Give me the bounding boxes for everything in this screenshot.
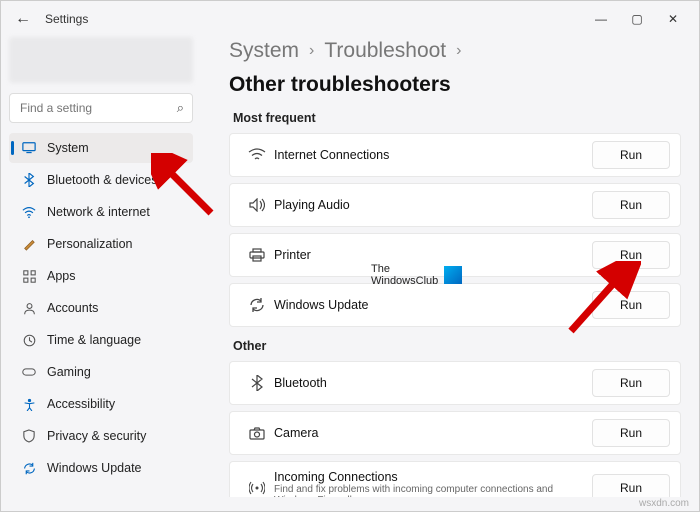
sidebar-item-label: Bluetooth & devices [47, 173, 158, 187]
sidebar-item-label: Apps [47, 269, 76, 283]
nav-list: System Bluetooth & devices Network & int… [9, 133, 193, 483]
search-field[interactable]: ⌕ [9, 93, 193, 123]
sidebar-item-label: Network & internet [47, 205, 150, 219]
clock-icon [19, 334, 39, 347]
troubleshooter-label: Internet Connections [274, 148, 592, 162]
footer-watermark: wsxdn.com [639, 498, 689, 509]
sidebar-item-accessibility[interactable]: Accessibility [9, 389, 193, 419]
search-icon: ⌕ [177, 100, 184, 116]
apps-icon [19, 270, 39, 283]
sidebar-item-update[interactable]: Windows Update [9, 453, 193, 483]
sidebar-item-label: Windows Update [47, 461, 142, 475]
troubleshooter-label: Playing Audio [274, 198, 592, 212]
sidebar-item-label: Accounts [47, 301, 98, 315]
person-icon [19, 302, 39, 315]
section-header-frequent: Most frequent [233, 111, 681, 125]
maximize-button[interactable]: ▢ [619, 5, 655, 33]
sidebar-item-accounts[interactable]: Accounts [9, 293, 193, 323]
sidebar-item-network[interactable]: Network & internet [9, 197, 193, 227]
app-title: Settings [45, 12, 88, 26]
run-button[interactable]: Run [592, 191, 670, 219]
run-button[interactable]: Run [592, 419, 670, 447]
troubleshooter-camera: Camera Run [229, 411, 681, 455]
window-controls: — ▢ ✕ [583, 5, 691, 33]
troubleshooter-label: Camera [274, 426, 592, 440]
section-header-other: Other [233, 339, 681, 353]
page-title: Other troubleshooters [229, 73, 451, 97]
back-button[interactable]: ← [9, 5, 37, 33]
breadcrumb-system[interactable]: System [229, 39, 299, 63]
bluetooth-icon [240, 375, 274, 391]
sidebar-item-label: Gaming [47, 365, 91, 379]
titlebar: ← Settings — ▢ ✕ [1, 1, 699, 37]
troubleshooter-label: Bluetooth [274, 376, 592, 390]
chevron-right-icon: › [456, 42, 461, 60]
sidebar-item-label: Accessibility [47, 397, 115, 411]
troubleshooter-sublabel: Find and fix problems with incoming comp… [274, 484, 592, 497]
sidebar-item-label: Privacy & security [47, 429, 146, 443]
watermark: The WindowsClub [371, 263, 462, 287]
run-button[interactable]: Run [592, 241, 670, 269]
breadcrumb: System › Troubleshoot › Other troublesho… [229, 39, 681, 97]
watermark-text: WindowsClub [371, 275, 438, 287]
signal-icon [240, 480, 274, 496]
run-button[interactable]: Run [592, 474, 670, 497]
minimize-button[interactable]: — [583, 5, 619, 33]
sidebar-item-bluetooth[interactable]: Bluetooth & devices [9, 165, 193, 195]
troubleshooter-internet: Internet Connections Run [229, 133, 681, 177]
troubleshooter-windows-update: Windows Update Run [229, 283, 681, 327]
troubleshooter-label: Windows Update [274, 298, 592, 312]
run-button[interactable]: Run [592, 291, 670, 319]
troubleshooter-label: Printer [274, 248, 592, 262]
printer-icon [240, 248, 274, 262]
speaker-icon [240, 198, 274, 212]
troubleshooter-bluetooth: Bluetooth Run [229, 361, 681, 405]
sidebar: ⌕ System Bluetooth & devices Network & i… [1, 37, 201, 497]
breadcrumb-troubleshoot[interactable]: Troubleshoot [324, 39, 446, 63]
sidebar-item-apps[interactable]: Apps [9, 261, 193, 291]
camera-icon [240, 427, 274, 440]
sidebar-item-time[interactable]: Time & language [9, 325, 193, 355]
sidebar-item-label: System [47, 141, 89, 155]
update-icon [19, 462, 39, 475]
chevron-right-icon: › [309, 42, 314, 60]
watermark-text: The [371, 263, 438, 275]
sidebar-item-system[interactable]: System [9, 133, 193, 163]
update-icon [240, 297, 274, 313]
accessibility-icon [19, 398, 39, 411]
search-input[interactable] [20, 101, 164, 115]
run-button[interactable]: Run [592, 141, 670, 169]
user-profile[interactable] [9, 37, 193, 83]
wifi-icon [19, 205, 39, 219]
troubleshooter-audio: Playing Audio Run [229, 183, 681, 227]
troubleshooter-incoming: Incoming Connections Find and fix proble… [229, 461, 681, 497]
gamepad-icon [19, 366, 39, 378]
shield-icon [19, 429, 39, 443]
wifi-icon [240, 148, 274, 162]
system-icon [19, 141, 39, 155]
run-button[interactable]: Run [592, 369, 670, 397]
watermark-logo-icon [444, 266, 462, 284]
sidebar-item-privacy[interactable]: Privacy & security [9, 421, 193, 451]
sidebar-item-label: Time & language [47, 333, 141, 347]
sidebar-item-label: Personalization [47, 237, 132, 251]
close-button[interactable]: ✕ [655, 5, 691, 33]
sidebar-item-gaming[interactable]: Gaming [9, 357, 193, 387]
troubleshooter-label: Incoming Connections [274, 470, 592, 484]
bluetooth-icon [19, 173, 39, 187]
brush-icon [19, 237, 39, 251]
sidebar-item-personalization[interactable]: Personalization [9, 229, 193, 259]
